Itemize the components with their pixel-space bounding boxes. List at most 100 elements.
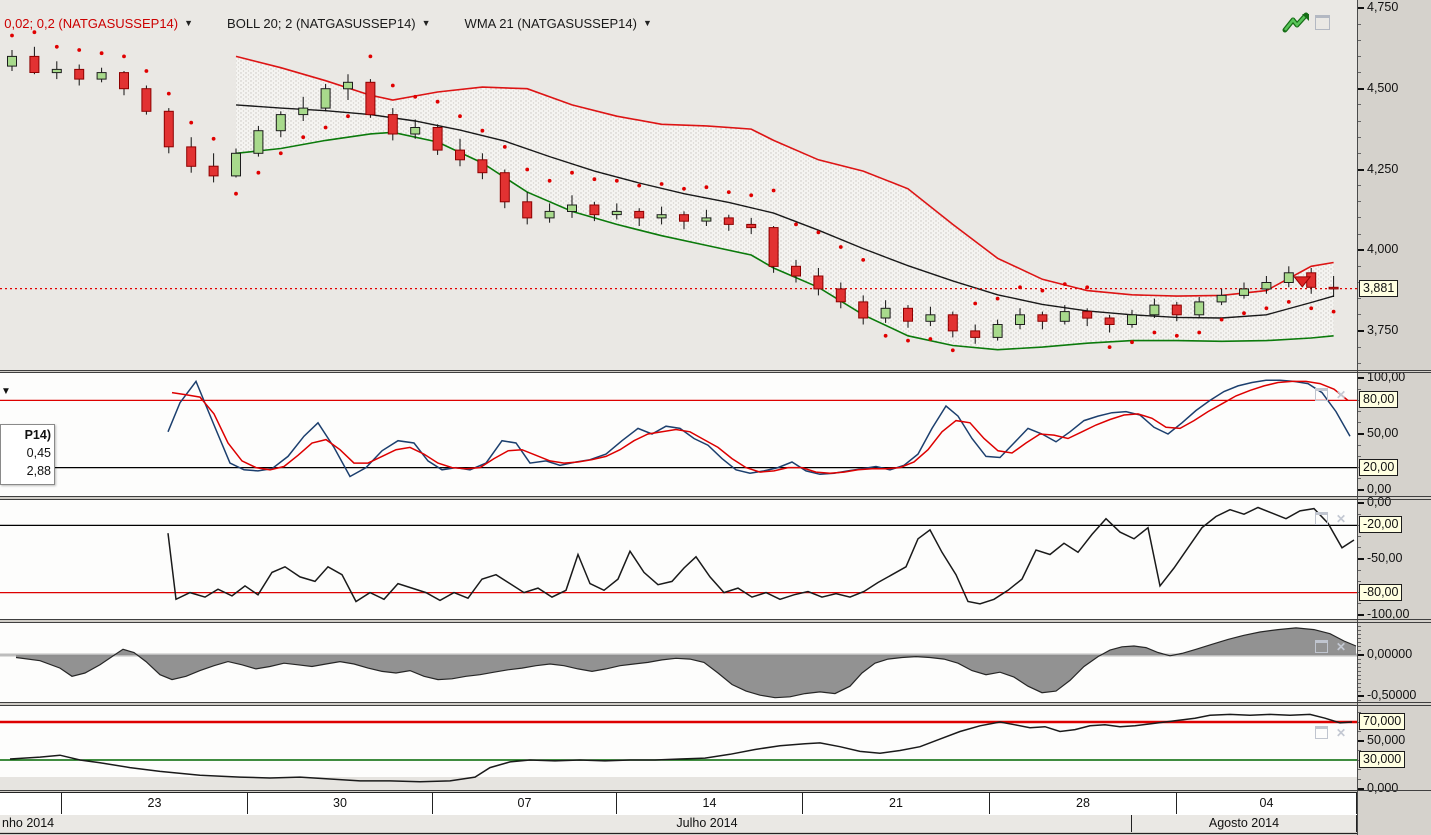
trading-chart-window: ; 0,02; 0,2 (NATGASUSSEP14) ▼ BOLL 20; 2… xyxy=(0,0,1431,835)
panel-separator[interactable] xyxy=(0,372,1431,373)
axis-major-tick xyxy=(1358,489,1364,491)
chevron-down-icon[interactable]: ▼ xyxy=(1,386,11,397)
panel-separator[interactable] xyxy=(0,496,1431,497)
axis-minor-tick xyxy=(1358,731,1361,732)
axis-minor-tick xyxy=(1358,778,1361,780)
axis-label: 4,750 xyxy=(1367,0,1399,14)
restore-icon[interactable] xyxy=(1315,388,1328,401)
axis-minor-tick xyxy=(1358,634,1361,635)
axis-price-box: 30,000 xyxy=(1359,751,1406,768)
stochastic-chart-canvas[interactable] xyxy=(0,372,1357,496)
week-cell: 21 xyxy=(803,793,990,814)
price-panel[interactable]: ; 0,02; 0,2 (NATGASUSSEP14) ▼ BOLL 20; 2… xyxy=(0,0,1357,370)
indicator-wma-label[interactable]: WMA 21 (NATGASUSSEP14) ▼ xyxy=(465,16,652,31)
chevron-down-icon[interactable]: ▼ xyxy=(184,18,193,28)
axis-minor-tick xyxy=(1358,658,1361,660)
axis-major-tick xyxy=(1358,7,1364,9)
axis-minor-tick xyxy=(1358,185,1361,187)
price-axis-gutter[interactable]: 4,750 4,500 4,250 4,000 3,750 3,881 100,00 50,0… xyxy=(1357,0,1431,835)
axis-major-tick xyxy=(1358,695,1364,697)
rsi-chart-canvas[interactable] xyxy=(0,706,1357,790)
axis-minor-tick xyxy=(1358,444,1361,446)
axis-minor-tick xyxy=(1358,72,1361,74)
axis-minor-tick xyxy=(1358,152,1361,154)
close-icon[interactable]: ✕ xyxy=(1336,513,1346,525)
williams-chart-canvas[interactable] xyxy=(0,500,1357,619)
month-cell: Agosto 2014 xyxy=(1132,815,1357,832)
week-axis: 23 30 07 14 21 28 04 xyxy=(0,792,1357,816)
axis-label: 50,00 xyxy=(1367,426,1399,440)
axis-label: 4,500 xyxy=(1367,80,1399,95)
axis-label: 4,250 xyxy=(1367,161,1399,176)
chevron-down-icon[interactable]: ▼ xyxy=(422,18,431,28)
axis-minor-tick xyxy=(1358,666,1361,668)
histogram-chart-canvas[interactable] xyxy=(0,623,1357,702)
price-chart-canvas[interactable] xyxy=(0,0,1357,370)
axis-label: 0,00 xyxy=(1367,495,1392,509)
axis-minor-tick xyxy=(1358,136,1361,138)
axis-minor-tick xyxy=(1358,683,1361,685)
axis-minor-tick xyxy=(1358,39,1361,41)
close-icon[interactable]: ✕ xyxy=(1336,641,1346,653)
chevron-down-icon[interactable]: ▼ xyxy=(643,18,652,28)
stochastic-panel[interactable] xyxy=(0,372,1357,496)
axis-price-box: -80,00 xyxy=(1359,583,1403,601)
panel-separator[interactable] xyxy=(0,370,1431,371)
indicator-boll-label[interactable]: BOLL 20; 2 (NATGASUSSEP14) ▼ xyxy=(227,16,431,31)
axis-minor-tick xyxy=(1358,580,1361,582)
axis-minor-tick xyxy=(1358,638,1361,640)
restore-icon[interactable] xyxy=(1315,726,1328,739)
indicator-label[interactable]: ; 0,02; 0,2 (NATGASUSSEP14) xyxy=(0,16,178,31)
axis-label: -0,50000 xyxy=(1367,688,1417,702)
axis-minor-tick xyxy=(1358,687,1361,689)
axis-label: 0,000 xyxy=(1367,780,1399,795)
axis-minor-tick xyxy=(1358,662,1361,664)
panel-separator[interactable] xyxy=(0,622,1431,623)
close-icon[interactable]: ✕ xyxy=(1336,727,1346,739)
histogram-panel[interactable] xyxy=(0,623,1357,702)
maximize-icon[interactable] xyxy=(1315,15,1330,30)
axis-minor-tick xyxy=(1358,547,1361,549)
axis-minor-tick xyxy=(1358,55,1361,57)
close-icon[interactable]: ✕ xyxy=(1336,389,1346,401)
williams-panel[interactable] xyxy=(0,500,1357,619)
axis-minor-tick xyxy=(1358,388,1361,390)
axis-minor-tick xyxy=(1358,699,1361,701)
axis-minor-tick xyxy=(1358,411,1361,413)
panel-separator[interactable] xyxy=(0,705,1431,706)
axis-minor-tick xyxy=(1358,642,1361,644)
axis-minor-tick xyxy=(1358,675,1361,676)
tooltip-line: P14) xyxy=(24,428,51,442)
axis-minor-tick xyxy=(1358,603,1361,605)
axis-minor-tick xyxy=(1358,691,1361,693)
axis-label: 50,000 xyxy=(1367,733,1406,747)
restore-icon[interactable] xyxy=(1315,640,1328,653)
trend-arrow-icon[interactable] xyxy=(1282,12,1312,34)
axis-minor-tick xyxy=(1358,201,1361,203)
indicator-header: ; 0,02; 0,2 (NATGASUSSEP14) ▼ BOLL 20; 2… xyxy=(0,13,686,33)
axis-major-tick xyxy=(1358,654,1364,656)
axis-minor-tick xyxy=(1358,679,1361,681)
panel-separator[interactable] xyxy=(0,499,1431,500)
axis-minor-tick xyxy=(1358,422,1361,424)
axis-major-tick xyxy=(1358,558,1364,560)
axis-label: 0,00 xyxy=(1367,482,1392,496)
restore-icon[interactable] xyxy=(1315,512,1328,525)
indicator-sar-label[interactable]: ; 0,02; 0,2 (NATGASUSSEP14) ▼ xyxy=(0,16,193,31)
panel-separator[interactable] xyxy=(0,619,1431,620)
indicator-label[interactable]: WMA 21 (NATGASUSSEP14) xyxy=(465,16,637,31)
week-cell xyxy=(0,793,62,814)
axis-minor-tick xyxy=(1358,650,1361,652)
axis-minor-tick xyxy=(1358,569,1361,571)
axis-label: 0,00000 xyxy=(1367,647,1413,661)
week-cell: 23 xyxy=(62,793,248,814)
tooltip-line: 2,88 xyxy=(26,464,51,478)
panel-separator[interactable] xyxy=(0,702,1431,703)
panel-separator xyxy=(0,790,1431,791)
axis-major-tick xyxy=(1358,433,1364,435)
axis-major-tick xyxy=(1358,249,1364,252)
rsi-panel[interactable] xyxy=(0,706,1357,790)
week-cell: 07 xyxy=(433,793,617,814)
indicator-label[interactable]: BOLL 20; 2 (NATGASUSSEP14) xyxy=(227,16,416,31)
axis-minor-tick xyxy=(1358,536,1361,538)
